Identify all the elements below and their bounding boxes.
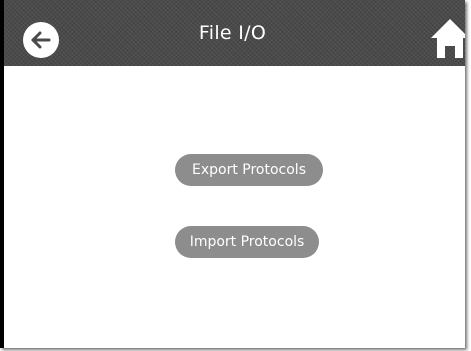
- app-window: File I/O Export Protocols Import Protoco…: [0, 0, 465, 348]
- home-button[interactable]: [430, 17, 465, 59]
- top-bar: File I/O: [0, 0, 465, 66]
- home-icon: [431, 19, 465, 58]
- import-protocols-button[interactable]: Import Protocols: [175, 226, 319, 258]
- export-protocols-button[interactable]: Export Protocols: [175, 154, 323, 186]
- page-title: File I/O: [198, 22, 267, 44]
- main-content: Export Protocols Import Protocols: [0, 66, 465, 348]
